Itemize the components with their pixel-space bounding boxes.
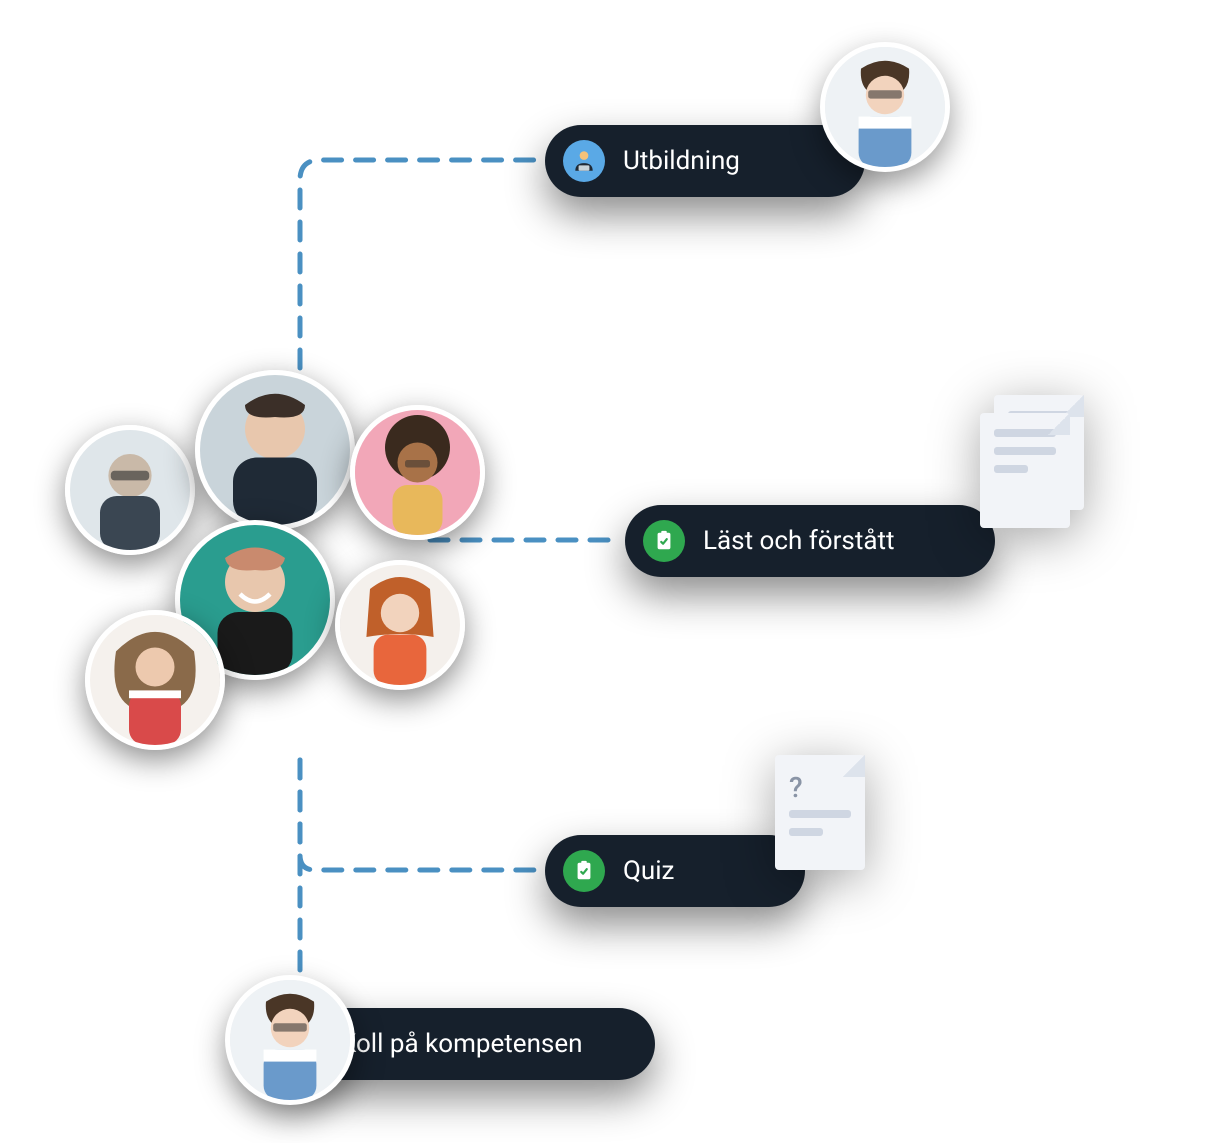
avatar: [85, 610, 225, 750]
question-mark: ?: [789, 771, 851, 804]
clipboard-check-icon: [563, 850, 605, 892]
person-laptop-icon: [563, 140, 605, 182]
avatar: [65, 425, 195, 555]
pill-label: Utbildning: [623, 146, 740, 176]
pill-training: Utbildning: [545, 125, 865, 197]
avatar-training: [820, 42, 950, 172]
pill-label: Läst och förstått: [703, 526, 894, 556]
pill-read-understood: Läst och förstått: [625, 505, 995, 577]
avatar-competence: [225, 975, 355, 1105]
diagram-canvas: Utbildning Läst och förstått Quiz ?: [0, 0, 1228, 1143]
avatar: [350, 405, 485, 540]
pill-label: Koll på kompetensen: [340, 1029, 583, 1059]
avatar: [195, 370, 355, 530]
pill-label: Quiz: [623, 856, 674, 886]
avatar-cluster: [55, 370, 475, 790]
pill-quiz: Quiz: [545, 835, 805, 907]
clipboard-check-icon: [643, 520, 685, 562]
avatar: [335, 560, 465, 690]
